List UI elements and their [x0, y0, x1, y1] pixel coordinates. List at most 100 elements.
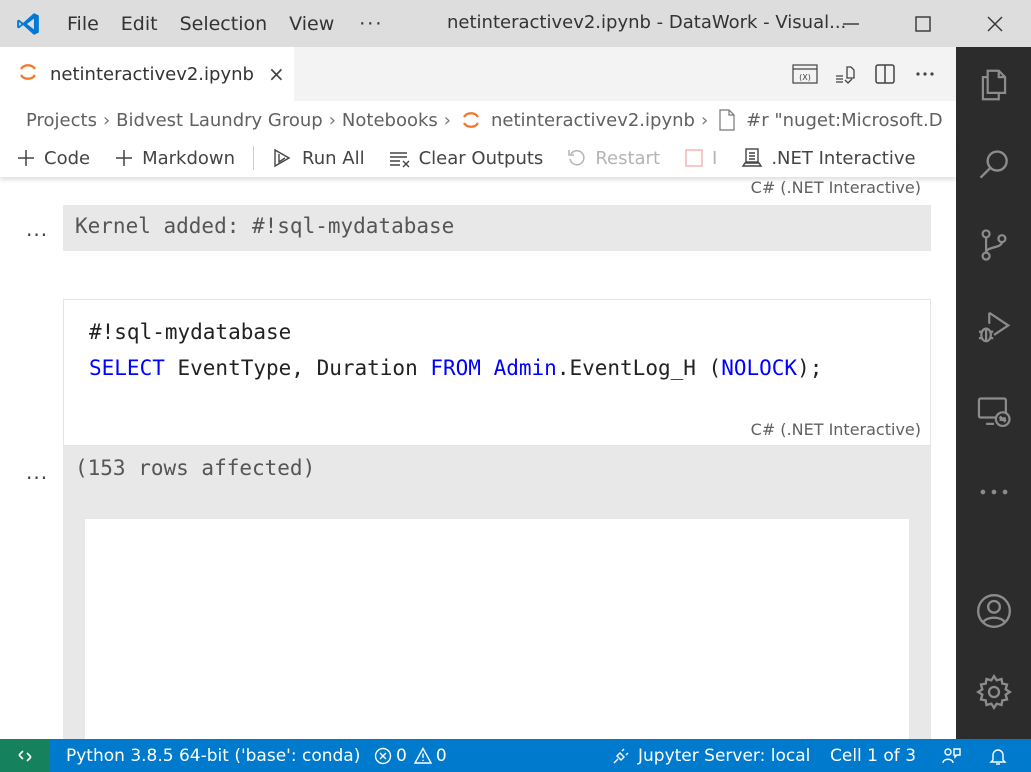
warning-count: 0 [435, 745, 447, 766]
run-all-button[interactable]: Run All [272, 148, 365, 169]
menu-view[interactable]: View [278, 13, 345, 35]
breadcrumb-projects[interactable]: Projects [26, 110, 97, 131]
cell1-output: Kernel added: #!sql-mydatabase [63, 205, 931, 251]
restart-icon [567, 148, 587, 168]
cell1-language-label[interactable]: C# (.NET Interactive) [751, 178, 921, 197]
run-all-label: Run All [302, 147, 365, 169]
code-line-1: #!sql-mydatabase [89, 320, 292, 344]
code-schema: Admin [493, 356, 557, 380]
close-window-button[interactable] [959, 0, 1031, 47]
breadcrumb: Projects › Bidvest Laundry Group › Noteb… [0, 101, 956, 139]
variables-icon[interactable]: (X) [792, 61, 818, 87]
notebook-toolbar: Code Markdown Run All Clear Outputs Rest… [0, 139, 956, 177]
notebook-editor: C# (.NET Interactive) ... Kernel added: … [0, 177, 956, 739]
jupyter-icon [461, 110, 481, 130]
kernel-picker[interactable]: .NET Interactive [741, 147, 916, 169]
toolbar-divider [253, 146, 255, 170]
vscode-logo-icon [0, 0, 56, 47]
restart-button[interactable]: Restart [567, 148, 660, 169]
output-table-area [85, 519, 909, 739]
breadcrumb-notebooks[interactable]: Notebooks [342, 110, 438, 131]
chevron-right-icon: › [102, 109, 111, 131]
add-code-label: Code [44, 147, 91, 169]
breadcrumb-cell[interactable]: #r "nuget:Microsoft.D [746, 110, 942, 131]
output-more-button[interactable]: ... [26, 460, 48, 484]
chevron-right-icon: › [328, 109, 336, 131]
code-columns: EventType, Duration [164, 356, 431, 380]
add-code-button[interactable]: Code [16, 148, 90, 169]
more-views-icon[interactable] [956, 462, 1031, 522]
kernel-icon [741, 147, 763, 169]
clear-outputs-button[interactable]: Clear Outputs [389, 147, 544, 169]
feedback-icon[interactable] [941, 739, 961, 772]
warning-icon [413, 746, 432, 765]
breadcrumb-bidvest[interactable]: Bidvest Laundry Group [116, 110, 323, 131]
menu-file[interactable]: File [56, 13, 110, 35]
menu-edit[interactable]: Edit [110, 13, 169, 35]
cell2-language-label[interactable]: C# (.NET Interactive) [751, 420, 921, 439]
cell2-output-text: (153 rows affected) [75, 456, 316, 480]
file-icon [718, 109, 736, 131]
source-control-icon[interactable] [956, 215, 1031, 275]
explorer-icon[interactable] [956, 55, 1031, 115]
chevron-right-icon: › [700, 109, 709, 131]
svg-text:(X): (X) [799, 73, 811, 82]
window-title: netinteractivev2.ipynb - DataWork - Visu… [447, 12, 847, 33]
breadcrumb-file[interactable]: netinteractivev2.ipynb [491, 110, 695, 131]
interrupt-label: I [712, 147, 718, 169]
kernel-label: .NET Interactive [771, 147, 916, 169]
plus-icon [114, 148, 134, 168]
restart-label: Restart [595, 147, 661, 169]
activity-bar [956, 47, 1031, 739]
cell2-output: (153 rows affected) [63, 446, 931, 739]
run-all-icon [272, 148, 294, 168]
code-table-hint: NOLOCK [721, 356, 798, 380]
manage-gear-icon[interactable] [956, 662, 1031, 722]
plus-icon [16, 148, 36, 168]
interrupt-button[interactable]: I [684, 148, 717, 169]
code-end: ); [797, 356, 823, 380]
more-actions-icon[interactable] [912, 61, 938, 87]
remote-explorer-icon[interactable] [956, 382, 1031, 442]
menu-more[interactable]: ··· [345, 13, 397, 35]
keyword-select: SELECT [89, 356, 165, 380]
chevron-right-icon: › [443, 109, 451, 131]
notifications-bell-icon[interactable] [988, 739, 1008, 772]
error-count: 0 [396, 745, 407, 766]
tab-label: netinteractivev2.ipynb [50, 63, 254, 85]
minimize-button[interactable] [815, 0, 887, 47]
add-markdown-button[interactable]: Markdown [114, 148, 235, 169]
menu-selection[interactable]: Selection [169, 13, 279, 35]
maximize-button[interactable] [887, 0, 959, 47]
status-bar: Python 3.8.5 64-bit ('base': conda) 0 0 … [0, 739, 1031, 772]
add-markdown-label: Markdown [142, 147, 236, 169]
tab-netinteractivev2[interactable]: netinteractivev2.ipynb × [0, 47, 294, 101]
jupyter-icon [18, 62, 38, 86]
outline-icon[interactable] [832, 61, 858, 87]
error-icon [374, 747, 392, 765]
code-line-2: SELECT EventType, Duration FROM Admin.Ev… [89, 356, 822, 380]
clear-all-icon [389, 148, 411, 168]
clear-outputs-label: Clear Outputs [418, 147, 544, 169]
jupyter-server-status[interactable]: Jupyter Server: local [612, 739, 810, 772]
jupyter-server-label: Jupyter Server: local [638, 745, 811, 766]
editor-tab-bar: netinteractivev2.ipynb × (X) [0, 47, 956, 101]
output-more-button[interactable]: ... [26, 217, 48, 241]
stop-icon [684, 148, 704, 168]
cell-position[interactable]: Cell 1 of 3 [830, 739, 916, 772]
cell1-output-text: Kernel added: #!sql-mydatabase [75, 214, 455, 238]
split-editor-icon[interactable] [872, 61, 898, 87]
tab-close-icon[interactable]: × [268, 62, 285, 86]
python-interpreter[interactable]: Python 3.8.5 64-bit ('base': conda) [66, 739, 360, 772]
remote-indicator-icon[interactable] [0, 739, 50, 772]
problems-indicator[interactable]: 0 0 [374, 739, 447, 772]
code-cell-editor[interactable]: #!sql-mydatabase SELECT EventType, Durat… [63, 299, 931, 446]
keyword-from: FROM [430, 356, 481, 380]
plug-icon [612, 747, 630, 765]
title-bar: File Edit Selection View ··· netinteract… [0, 0, 1031, 47]
accounts-icon[interactable] [956, 581, 1031, 641]
run-debug-icon[interactable] [956, 297, 1031, 357]
code-table: .EventLog_H ( [556, 356, 722, 380]
search-icon[interactable] [956, 135, 1031, 195]
